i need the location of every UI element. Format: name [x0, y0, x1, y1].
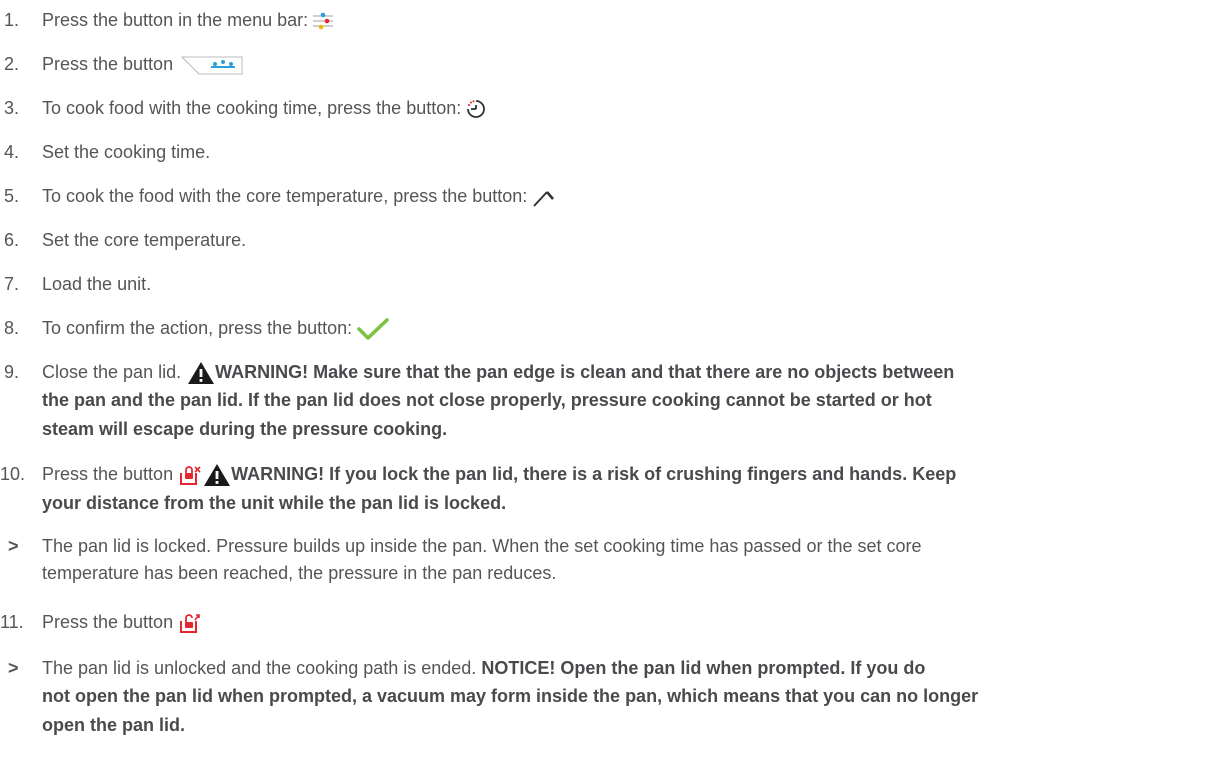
step-7: 7. Load the unit.: [0, 272, 151, 296]
step-text: To cook food with the cooking time, pres…: [42, 98, 462, 118]
step-number: 9.: [4, 362, 20, 382]
step-5: 5. To cook the food with the core tempera…: [0, 184, 555, 208]
timer-icon: [465, 98, 487, 120]
step-1: 1. Press the button in the menu bar:: [0, 8, 334, 32]
step-number: 10.: [0, 464, 26, 484]
warning-text-line: the pan and the pan lid. If the pan lid …: [42, 390, 932, 410]
warning-text-line: WARNING! Make sure that the pan edge is …: [215, 362, 955, 382]
result-text: The pan lid is unlocked and the cooking …: [42, 658, 477, 678]
step-number: 6.: [4, 230, 20, 250]
notice-text-line: NOTICE! Open the pan lid when prompted. …: [481, 658, 926, 678]
step-text: Press the button: [42, 464, 174, 484]
step-3: 3. To cook food with the cooking time, pr…: [0, 96, 487, 120]
warning-text-line: your distance from the unit while the pa…: [42, 493, 507, 513]
step-text: To confirm the action, press the button:: [42, 318, 353, 338]
result-step-10: > The pan lid is locked. Pressure builds …: [0, 534, 922, 558]
step-number: 8.: [4, 318, 20, 338]
step-number: 11.: [0, 612, 24, 632]
step-text: Set the cooking time.: [42, 142, 211, 162]
step-text: To cook the food with the core temperatu…: [42, 186, 528, 206]
result-marker: >: [8, 658, 19, 678]
step-text: Load the unit.: [42, 274, 152, 294]
step-4: 4. Set the cooking time.: [0, 140, 210, 164]
step-6: 6. Set the core temperature.: [0, 228, 246, 252]
result-text-line: The pan lid is locked. Pressure builds u…: [42, 536, 922, 556]
step-10: 10. Press the button WARNING! If you lock…: [0, 462, 956, 487]
warning-icon: [203, 463, 231, 487]
step-number: 5.: [4, 186, 20, 206]
checkmark-icon: [356, 317, 390, 341]
pressure-cooking-tab-icon: [181, 55, 243, 75]
step-text: Set the core temperature.: [42, 230, 247, 250]
lock-lid-icon: [179, 464, 201, 486]
warning-icon: [187, 361, 215, 385]
warning-text-line: WARNING! If you lock the pan lid, there …: [231, 464, 957, 484]
step-text: Close the pan lid.: [42, 362, 182, 382]
step-8: 8. To confirm the action, press the butto…: [0, 316, 390, 341]
filter-sliders-icon: [312, 12, 334, 30]
unlock-lid-icon: [179, 612, 201, 634]
result-marker: >: [8, 536, 19, 556]
step-number: 2.: [4, 54, 20, 74]
result-text-line: temperature has been reached, the pressu…: [42, 563, 557, 583]
result-step-11: > The pan lid is unlocked and the cooking…: [0, 656, 925, 680]
warning-text-line: steam will escape during the pressure co…: [42, 419, 448, 439]
step-number: 4.: [4, 142, 20, 162]
core-probe-icon: [531, 186, 555, 208]
step-text: Press the button: [42, 612, 174, 632]
notice-text-line: open the pan lid.: [42, 715, 185, 735]
notice-text-line: not open the pan lid when prompted, a va…: [42, 686, 979, 706]
step-9: 9. Close the pan lid. WARNING! Make sure …: [0, 360, 954, 385]
step-2: 2. Press the button: [0, 52, 243, 76]
step-text: Press the button: [42, 54, 174, 74]
instruction-page: 1. Press the button in the menu bar: 2. Pr…: [0, 0, 1211, 763]
step-number: 7.: [4, 274, 20, 294]
step-number: 1.: [4, 10, 20, 30]
step-number: 3.: [4, 98, 20, 118]
step-11: 11. Press the button: [0, 610, 201, 634]
step-text: Press the button in the menu bar:: [42, 10, 309, 30]
